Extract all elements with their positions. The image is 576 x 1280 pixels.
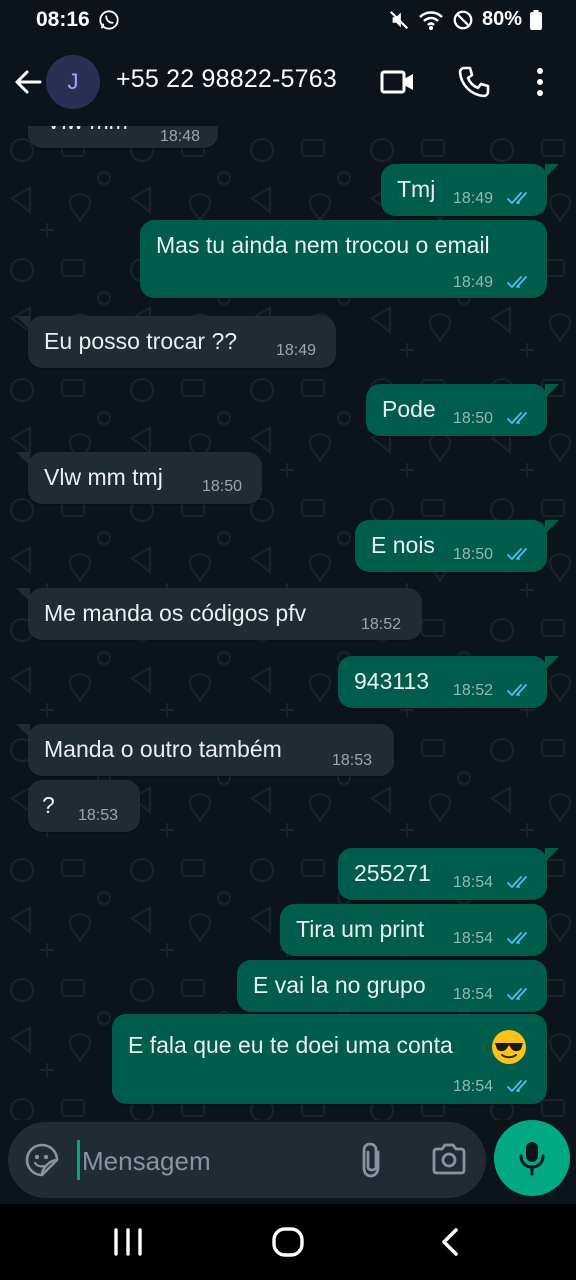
message-time: 18:49 [453, 274, 494, 291]
message-input[interactable] [80, 1136, 344, 1186]
nav-back-icon[interactable] [430, 1222, 470, 1262]
message-time: 18:50 [453, 546, 494, 563]
more-options-icon[interactable] [522, 64, 558, 100]
message-time: 18:54 [453, 874, 494, 891]
whatsapp-notification-icon [99, 10, 119, 30]
message-incoming[interactable]: Me manda os códigos pfv 18:52 [28, 588, 422, 640]
message-incoming[interactable]: Vlw mm tmj 18:50 [28, 452, 262, 504]
message-incoming[interactable]: Eu posso trocar ?? 18:49 [28, 316, 336, 368]
bubble-tail [16, 724, 30, 738]
message-time: 18:54 [453, 930, 494, 947]
read-receipt-icon [507, 1080, 527, 1092]
battery-percent: 80% [481, 8, 522, 30]
message-incoming[interactable]: Vlw mm 18:48 [28, 126, 218, 148]
bubble-tail [545, 384, 559, 398]
wifi-icon [419, 10, 443, 30]
message-outgoing[interactable]: Pode 18:50 [366, 384, 547, 436]
system-nav-bar [0, 1204, 576, 1280]
status-bar: 08:16 80% [0, 0, 576, 40]
message-text: Manda o outro também [44, 736, 282, 762]
contact-name[interactable]: +55 22 98822-5763 [116, 65, 337, 94]
message-text: E nois [371, 532, 435, 558]
chat-header: J +55 22 98822-5763 [0, 40, 576, 126]
message-text: Vlw mm tmj [44, 464, 163, 490]
message-outgoing[interactable]: E nois 18:50 [355, 520, 547, 572]
message-text: Pode [382, 396, 436, 422]
bubble-tail [545, 656, 559, 670]
mic-icon [519, 1142, 545, 1176]
message-time: 18:48 [160, 128, 201, 145]
video-call-icon[interactable] [380, 64, 416, 100]
avatar[interactable]: J [46, 55, 100, 109]
message-text: Eu posso trocar ?? [44, 328, 238, 354]
bubble-tail [545, 520, 559, 534]
message-incoming[interactable]: ? 18:53 [28, 780, 140, 832]
bubble-tail [545, 164, 559, 178]
read-receipt-icon [507, 276, 527, 288]
message-time: 18:54 [453, 986, 494, 1003]
message-text: Mas tu ainda nem trocou o email [156, 232, 490, 258]
message-text: Me manda os códigos pfv [44, 600, 307, 626]
sunglasses-emoji [492, 1030, 526, 1064]
read-receipt-icon [507, 548, 527, 560]
message-time: 18:52 [361, 616, 402, 633]
back-arrow-icon[interactable] [10, 64, 46, 100]
message-time: 18:50 [453, 410, 494, 427]
read-receipt-icon [507, 876, 527, 888]
read-receipt-icon [507, 192, 527, 204]
do-not-disturb-icon [453, 10, 473, 29]
bubble-tail [16, 452, 30, 466]
sticker-icon[interactable] [24, 1142, 60, 1178]
message-text: E fala que eu te doei uma conta [128, 1032, 453, 1058]
message-incoming[interactable]: Manda o outro também 18:53 [28, 724, 394, 776]
bubble-tail [16, 588, 30, 602]
message-outgoing[interactable]: Tira um print 18:54 [280, 904, 547, 956]
message-outgoing[interactable]: 255271 18:54 [338, 848, 547, 900]
bubble-tail [16, 316, 30, 330]
message-text: Tmj [397, 176, 436, 202]
message-outgoing[interactable]: E vai la no grupo 18:54 [237, 960, 547, 1012]
home-icon[interactable] [268, 1222, 308, 1262]
read-receipt-icon [507, 932, 527, 944]
message-time: 18:53 [78, 807, 119, 824]
read-receipt-icon [507, 988, 527, 1000]
message-composer [8, 1122, 486, 1198]
bubble-tail [545, 848, 559, 862]
recent-apps-icon[interactable] [108, 1222, 148, 1262]
message-text: 943113 [354, 668, 430, 694]
message-outgoing[interactable]: 943113 18:52 [338, 656, 547, 708]
voice-call-icon[interactable] [456, 64, 492, 100]
message-outgoing[interactable]: Tmj 18:49 [381, 164, 547, 216]
message-text: Tira um print [296, 916, 425, 942]
message-time: 18:52 [453, 682, 494, 699]
message-time: 18:53 [332, 752, 373, 769]
read-receipt-icon [507, 684, 527, 696]
message-outgoing[interactable]: E fala que eu te doei uma conta 18:54 [112, 1014, 547, 1104]
battery-icon [530, 9, 542, 30]
message-text: E vai la no grupo [253, 972, 426, 998]
message-text: ? [42, 792, 55, 818]
message-time: 18:49 [453, 190, 494, 207]
message-outgoing[interactable]: Mas tu ainda nem trocou o email 18:49 [140, 220, 547, 298]
read-receipt-icon [507, 412, 527, 424]
message-time: 18:50 [202, 478, 243, 495]
status-time: 08:16 [36, 8, 90, 31]
message-text: 255271 [354, 860, 431, 886]
chat-area[interactable]: Vlw mm 18:48 Tmj 18:49 Mas tu ainda nem … [0, 126, 576, 1120]
message-time: 18:54 [453, 1078, 494, 1095]
mic-button[interactable] [494, 1120, 570, 1196]
mute-icon [389, 10, 409, 29]
message-time: 18:49 [276, 342, 317, 359]
camera-icon[interactable] [430, 1140, 468, 1178]
message-text: Vlw mm [46, 126, 128, 135]
attach-icon[interactable] [354, 1140, 390, 1180]
